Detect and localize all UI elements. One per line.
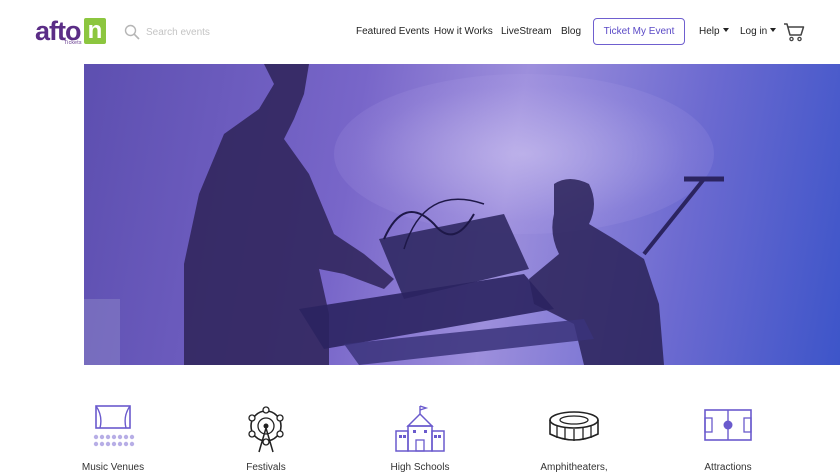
musicians-silhouette: [84, 64, 724, 365]
login-dropdown[interactable]: Log in: [740, 26, 777, 37]
site-header: afto n Tickets Featured Events How it Wo…: [0, 0, 840, 64]
login-label: Log in: [740, 26, 768, 37]
category-attractions[interactable]: Attractions: [673, 404, 783, 472]
nav-featured-events[interactable]: Featured Events: [356, 26, 429, 37]
category-label: Attractions: [704, 462, 752, 472]
nav-how-it-works[interactable]: How it Works: [434, 26, 493, 37]
category-amphitheaters[interactable]: Amphitheaters,: [519, 404, 629, 472]
logo-subtext: Tickets: [64, 40, 82, 46]
category-label: Music Venues: [81, 462, 145, 472]
category-label: Festivals: [246, 462, 286, 472]
stadium-icon: [549, 411, 599, 441]
caret-down-icon: [770, 28, 777, 32]
search-input[interactable]: [144, 22, 304, 42]
cart-icon[interactable]: [783, 21, 805, 43]
category-high-schools[interactable]: High Schools: [365, 404, 475, 472]
logo-letter: n: [84, 18, 106, 44]
category-festivals[interactable]: Festivals: [211, 404, 321, 472]
ticket-my-event-button[interactable]: Ticket My Event: [593, 18, 685, 45]
hero-banner-image: [84, 64, 840, 365]
nav-livestream[interactable]: LiveStream: [501, 26, 552, 37]
help-label: Help: [699, 26, 720, 37]
help-dropdown[interactable]: Help: [699, 26, 729, 37]
caret-down-icon: [722, 28, 729, 32]
ferris-wheel-icon: [248, 406, 284, 453]
category-label: Amphitheaters,: [540, 462, 608, 472]
category-label: High Schools: [390, 462, 450, 472]
stage-icon: [93, 405, 135, 447]
nav-blog[interactable]: Blog: [561, 26, 581, 37]
category-music-venues[interactable]: Music Venues: [58, 404, 168, 472]
afton-logo[interactable]: afto n Tickets: [35, 17, 107, 47]
school-building-icon: [395, 405, 445, 452]
search-icon[interactable]: [124, 24, 140, 40]
field-icon: [704, 409, 752, 441]
search-bar: [124, 22, 324, 42]
